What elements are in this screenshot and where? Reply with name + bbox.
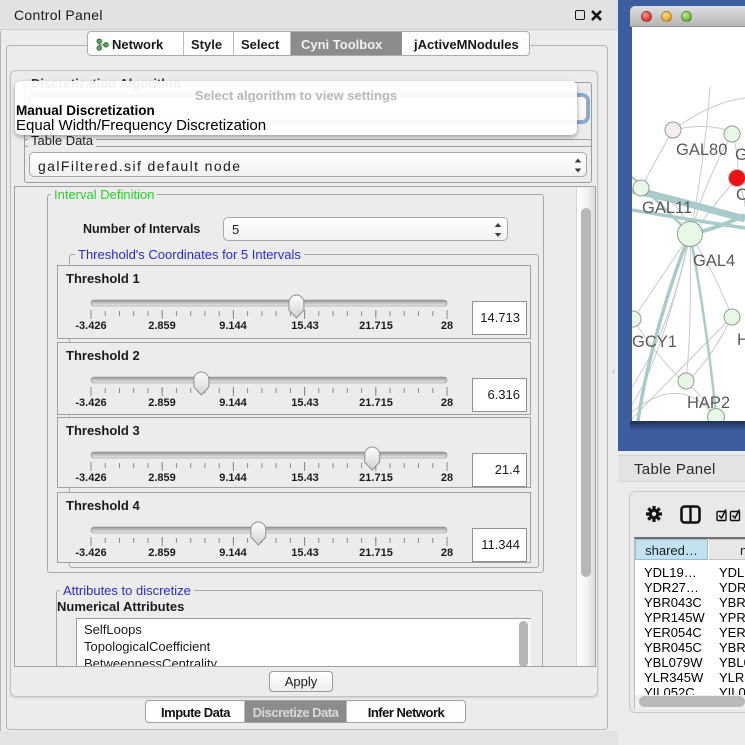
svg-text:GAL11: GAL11 [642, 199, 692, 217]
svg-text:H: H [737, 331, 745, 349]
svg-text:HAP2: HAP2 [687, 394, 730, 412]
svg-text:GAL80: GAL80 [676, 141, 727, 159]
svg-text:GAL4: GAL4 [693, 252, 735, 270]
svg-text:C: C [736, 186, 745, 204]
svg-text:GCY1: GCY1 [632, 333, 677, 351]
svg-text:GA: GA [735, 146, 745, 164]
